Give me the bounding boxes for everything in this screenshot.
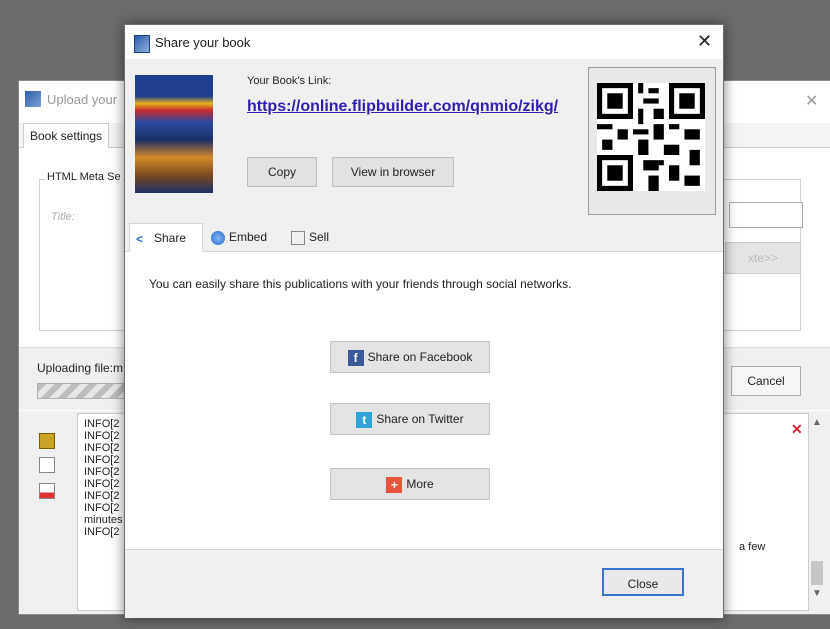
close-button[interactable]: Close xyxy=(602,568,684,596)
globe-icon xyxy=(211,230,225,245)
log-line: INFO[2 xyxy=(84,526,120,538)
twitter-button-label: Share on Twitter xyxy=(376,412,464,426)
sell-icon xyxy=(291,230,305,245)
more-button-label: More xyxy=(406,477,434,491)
tab-embed[interactable]: Embed xyxy=(205,223,283,251)
more-icon: + xyxy=(386,476,403,493)
next-button[interactable]: xte>> xyxy=(725,242,801,274)
copy-icon[interactable] xyxy=(39,457,55,473)
log-line: minutes xyxy=(84,514,123,526)
app-icon xyxy=(134,35,150,53)
share-on-facebook-button[interactable]: f Share on Facebook xyxy=(330,341,490,373)
dialog-title: Share your book xyxy=(155,35,251,50)
facebook-icon: f xyxy=(347,349,364,366)
tab-share-label: Share xyxy=(154,231,187,245)
scroll-down-icon[interactable]: ▼ xyxy=(812,588,822,599)
log-line: INFO[2 xyxy=(84,418,120,430)
link-label: Your Book's Link: xyxy=(247,75,332,87)
title-input[interactable] xyxy=(729,202,803,228)
close-icon[interactable]: ✕ xyxy=(805,91,818,111)
log-line: INFO[2 xyxy=(84,454,120,466)
log-line: INFO[2 xyxy=(84,442,120,454)
log-line: INFO[2 xyxy=(84,490,120,502)
save-icon[interactable] xyxy=(39,433,55,449)
share-description: You can easily share this publications w… xyxy=(149,277,572,291)
cancel-button[interactable]: Cancel xyxy=(731,366,801,396)
share-dialog: Share your book ✕ Your Book's Link: http… xyxy=(124,24,724,618)
share-on-twitter-button[interactable]: t Share on Twitter xyxy=(330,403,490,435)
uploading-label: Uploading file:m xyxy=(37,361,124,375)
upload-window-title: Upload your xyxy=(47,92,118,107)
scrollbar-thumb[interactable] xyxy=(811,561,823,585)
tab-embed-label: Embed xyxy=(229,230,268,244)
book-link[interactable]: https://online.flipbuilder.com/qnmio/zik… xyxy=(247,98,558,116)
tab-sell[interactable]: Sell xyxy=(285,223,337,251)
book-info-area: Your Book's Link: https://online.flipbui… xyxy=(125,59,723,229)
log-trailing-text: a few xyxy=(739,541,766,553)
more-button[interactable]: + More xyxy=(330,468,490,500)
twitter-icon: t xyxy=(356,411,373,428)
tab-book-settings[interactable]: Book settings xyxy=(23,123,110,148)
qr-code-icon xyxy=(597,83,705,191)
tab-share[interactable]: < Share xyxy=(129,223,203,252)
log-line: INFO[2 xyxy=(84,466,120,478)
close-icon[interactable]: ✕ xyxy=(697,31,712,52)
clear-log-icon[interactable] xyxy=(39,483,55,499)
title-field-label: Title: xyxy=(51,211,75,223)
log-line: INFO[2 xyxy=(84,478,120,490)
scroll-up-icon[interactable]: ▲ xyxy=(812,417,822,428)
share-icon: < xyxy=(136,231,144,246)
tab-sell-label: Sell xyxy=(309,230,330,244)
dialog-titlebar: Share your book ✕ xyxy=(125,25,723,59)
log-line: INFO[2 xyxy=(84,502,120,514)
html-meta-group-label: HTML Meta Se xyxy=(45,171,123,183)
copy-button[interactable]: Copy xyxy=(247,157,317,187)
app-icon xyxy=(25,91,41,107)
log-line: INFO[2 xyxy=(84,430,120,442)
delete-icon[interactable]: ✕ xyxy=(791,421,803,438)
view-in-browser-button[interactable]: View in browser xyxy=(332,157,454,187)
facebook-button-label: Share on Facebook xyxy=(367,350,473,364)
book-cover-image xyxy=(135,75,213,193)
